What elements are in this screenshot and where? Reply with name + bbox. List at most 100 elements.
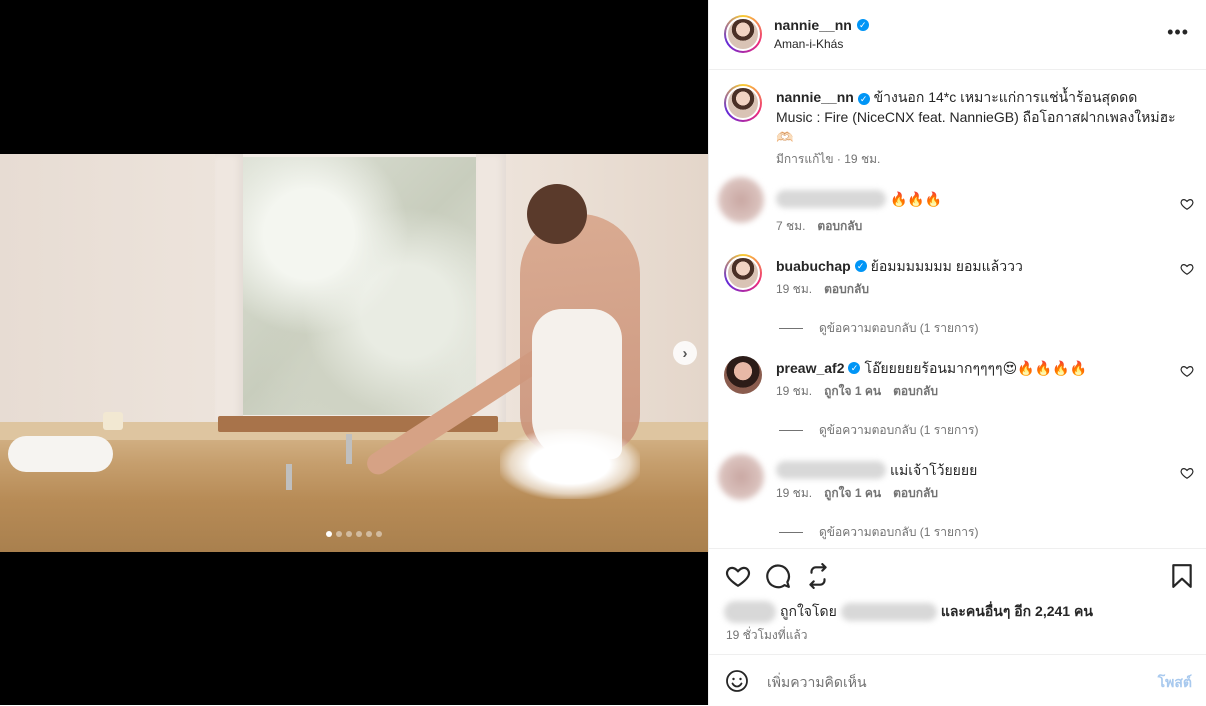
comment-username-blurred[interactable] xyxy=(776,190,886,208)
carousel-dot xyxy=(326,531,332,537)
comment-time[interactable]: 19 ชม. xyxy=(776,382,812,401)
more-options-button[interactable]: ••• xyxy=(1167,22,1189,43)
comment-item: แม่เจ้าโว้ยยยย 19 ชม. ถูกใจ 1 คน ตอบกลับ xyxy=(718,454,1194,518)
reply-button[interactable]: ตอบกลับ xyxy=(817,217,862,236)
avatar[interactable] xyxy=(718,454,764,500)
view-replies-label: ดูข้อความตอบกลับ (1 รายการ) xyxy=(819,525,979,539)
caption-line-2: Music : Fire (NiceCNX feat. NannieGB) ถื… xyxy=(776,109,1176,125)
comment-time[interactable]: 19 ชม. xyxy=(776,484,812,503)
post-location[interactable]: Aman-i-Khás xyxy=(774,37,843,51)
comment-body: 🔥🔥🔥 xyxy=(890,191,943,207)
comment-time[interactable]: 19 ชม. xyxy=(776,280,812,299)
verified-icon: ✓ xyxy=(856,19,869,31)
heart-icon[interactable] xyxy=(1180,364,1194,378)
reply-button[interactable]: ตอบกลับ xyxy=(893,484,938,503)
avatar[interactable] xyxy=(718,177,764,223)
post-actions: ถูกใจโดย และคนอื่นๆ อีก 2,241 คน 19 ชั่ว… xyxy=(709,548,1206,655)
post-header: nannie__nn ✓ Aman-i-Khás ••• xyxy=(709,0,1206,70)
comment-meta: 19 ชม. ตอบกลับ xyxy=(776,280,869,299)
comment-meta: 7 ชม. ตอบกลับ xyxy=(776,217,862,236)
photo-pillow xyxy=(8,436,113,472)
comment-icon[interactable] xyxy=(765,563,791,589)
comment-body: แม่เจ้าโว้ยยยย xyxy=(890,462,978,478)
comment-text: preaw_af2 ✓ โอ๊ยยยยยร้อนมากๆๆๆๆ😍🔥🔥🔥🔥 xyxy=(776,358,1166,378)
comment-item: 🔥🔥🔥 7 ชม. ตอบกลับ xyxy=(718,177,1194,241)
comment-item: preaw_af2 ✓ โอ๊ยยยยยร้อนมากๆๆๆๆ😍🔥🔥🔥🔥 19 … xyxy=(724,356,1194,416)
bookmark-icon[interactable] xyxy=(1169,563,1195,589)
comment-meta: 19 ชม. ถูกใจ 1 คน ตอบกลับ xyxy=(776,382,938,401)
avatar[interactable] xyxy=(724,84,762,122)
author-username-text[interactable]: nannie__nn xyxy=(774,17,852,33)
photo-steam xyxy=(500,429,640,499)
next-slide-button[interactable]: › xyxy=(673,341,697,365)
carousel-dots xyxy=(326,531,382,537)
avatar[interactable] xyxy=(724,356,762,394)
photo-window xyxy=(232,154,484,418)
avatar[interactable] xyxy=(724,254,762,292)
liked-by-suffix[interactable]: และคนอื่นๆ อีก 2,241 คน xyxy=(941,601,1093,623)
carousel-dot xyxy=(356,531,362,537)
post-time[interactable]: 19 ชั่วโมงที่แล้ว xyxy=(726,626,808,645)
comment-text: buabuchap ✓ ย้อมมมมมมม ยอมแล้ววว xyxy=(776,256,1166,276)
post-side-panel: nannie__nn ✓ Aman-i-Khás ••• nannie__nn … xyxy=(708,0,1206,705)
carousel-dot xyxy=(376,531,382,537)
view-replies-label: ดูข้อความตอบกลับ (1 รายการ) xyxy=(819,423,979,437)
divider xyxy=(779,328,803,329)
comment-username[interactable]: buabuchap xyxy=(776,256,851,276)
comment-input[interactable] xyxy=(765,669,1129,695)
verified-icon: ✓ xyxy=(848,362,861,374)
caption-line-1: ข้างนอก 14*c เหมาะแก่การแช่น้ำร้อนสุดดด xyxy=(873,89,1138,105)
caption-username[interactable]: nannie__nn xyxy=(776,89,854,105)
photo-faucet xyxy=(286,464,292,490)
comment-username-blurred[interactable] xyxy=(776,461,886,479)
avatar[interactable] xyxy=(724,15,762,53)
photo-figure-head xyxy=(527,184,587,244)
heart-icon[interactable] xyxy=(1180,262,1194,276)
verified-icon: ✓ xyxy=(854,260,867,272)
comment-body: ย้อมมมมมมม ยอมแล้ววว xyxy=(870,258,1023,274)
carousel-dot xyxy=(336,531,342,537)
share-icon[interactable] xyxy=(805,563,831,589)
liked-by-prefix: ถูกใจโดย xyxy=(780,603,837,619)
post-media: › xyxy=(0,0,708,705)
more-horizontal-icon: ••• xyxy=(1167,22,1189,42)
view-replies-button[interactable]: ดูข้อความตอบกลับ (1 รายการ) xyxy=(779,319,978,338)
post-photo xyxy=(0,154,708,552)
caption-emoji: 🫶🏻 xyxy=(776,129,794,145)
comment-time[interactable]: 7 ชม. xyxy=(776,217,805,236)
comment-text: 🔥🔥🔥 xyxy=(776,189,1166,209)
liker-name-blurred[interactable] xyxy=(840,603,937,621)
carousel-dot xyxy=(346,531,352,537)
comment-likes[interactable]: ถูกใจ 1 คน xyxy=(824,382,881,401)
reply-button[interactable]: ตอบกลับ xyxy=(824,280,869,299)
heart-icon[interactable] xyxy=(1180,197,1194,211)
divider xyxy=(779,532,803,533)
caption-meta: มีการแก้ไข · 19 ชม. xyxy=(776,152,881,166)
comment-likes[interactable]: ถูกใจ 1 คน xyxy=(824,484,881,503)
view-replies-label: ดูข้อความตอบกลับ (1 รายการ) xyxy=(819,321,979,335)
photo-faucet xyxy=(346,434,352,464)
comment-item: buabuchap ✓ ย้อมมมมมมม ยอมแล้ววว 19 ชม. … xyxy=(724,254,1194,314)
post-comment-button[interactable]: โพสต์ xyxy=(1158,672,1192,694)
author-username[interactable]: nannie__nn ✓ xyxy=(774,17,869,33)
likes-summary: ถูกใจโดย และคนอื่นๆ อีก 2,241 คน xyxy=(724,601,1093,623)
comment-username[interactable]: preaw_af2 xyxy=(776,358,844,378)
liker-avatars-blurred[interactable] xyxy=(724,601,776,623)
heart-icon[interactable] xyxy=(1180,466,1194,480)
caption-text: nannie__nn ✓ ข้างนอก 14*c เหมาะแก่การแช่… xyxy=(776,87,1196,147)
comment-composer: โพสต์ xyxy=(709,654,1206,706)
chevron-right-icon: › xyxy=(682,344,688,362)
view-replies-button[interactable]: ดูข้อความตอบกลับ (1 รายการ) xyxy=(779,421,978,440)
comment-meta: 19 ชม. ถูกใจ 1 คน ตอบกลับ xyxy=(776,484,938,503)
verified-icon: ✓ xyxy=(857,93,870,105)
photo-candle xyxy=(103,412,123,430)
photo-wall xyxy=(0,154,230,424)
comment-text: แม่เจ้าโว้ยยยย xyxy=(776,460,1166,480)
reply-button[interactable]: ตอบกลับ xyxy=(893,382,938,401)
view-replies-button[interactable]: ดูข้อความตอบกลับ (1 รายการ) xyxy=(779,523,978,542)
comment-body: โอ๊ยยยยยร้อนมากๆๆๆๆ😍🔥🔥🔥🔥 xyxy=(864,360,1087,376)
emoji-icon[interactable] xyxy=(725,669,749,693)
heart-icon[interactable] xyxy=(725,563,751,589)
photo-curtain-left xyxy=(215,154,243,424)
carousel-dot xyxy=(366,531,372,537)
